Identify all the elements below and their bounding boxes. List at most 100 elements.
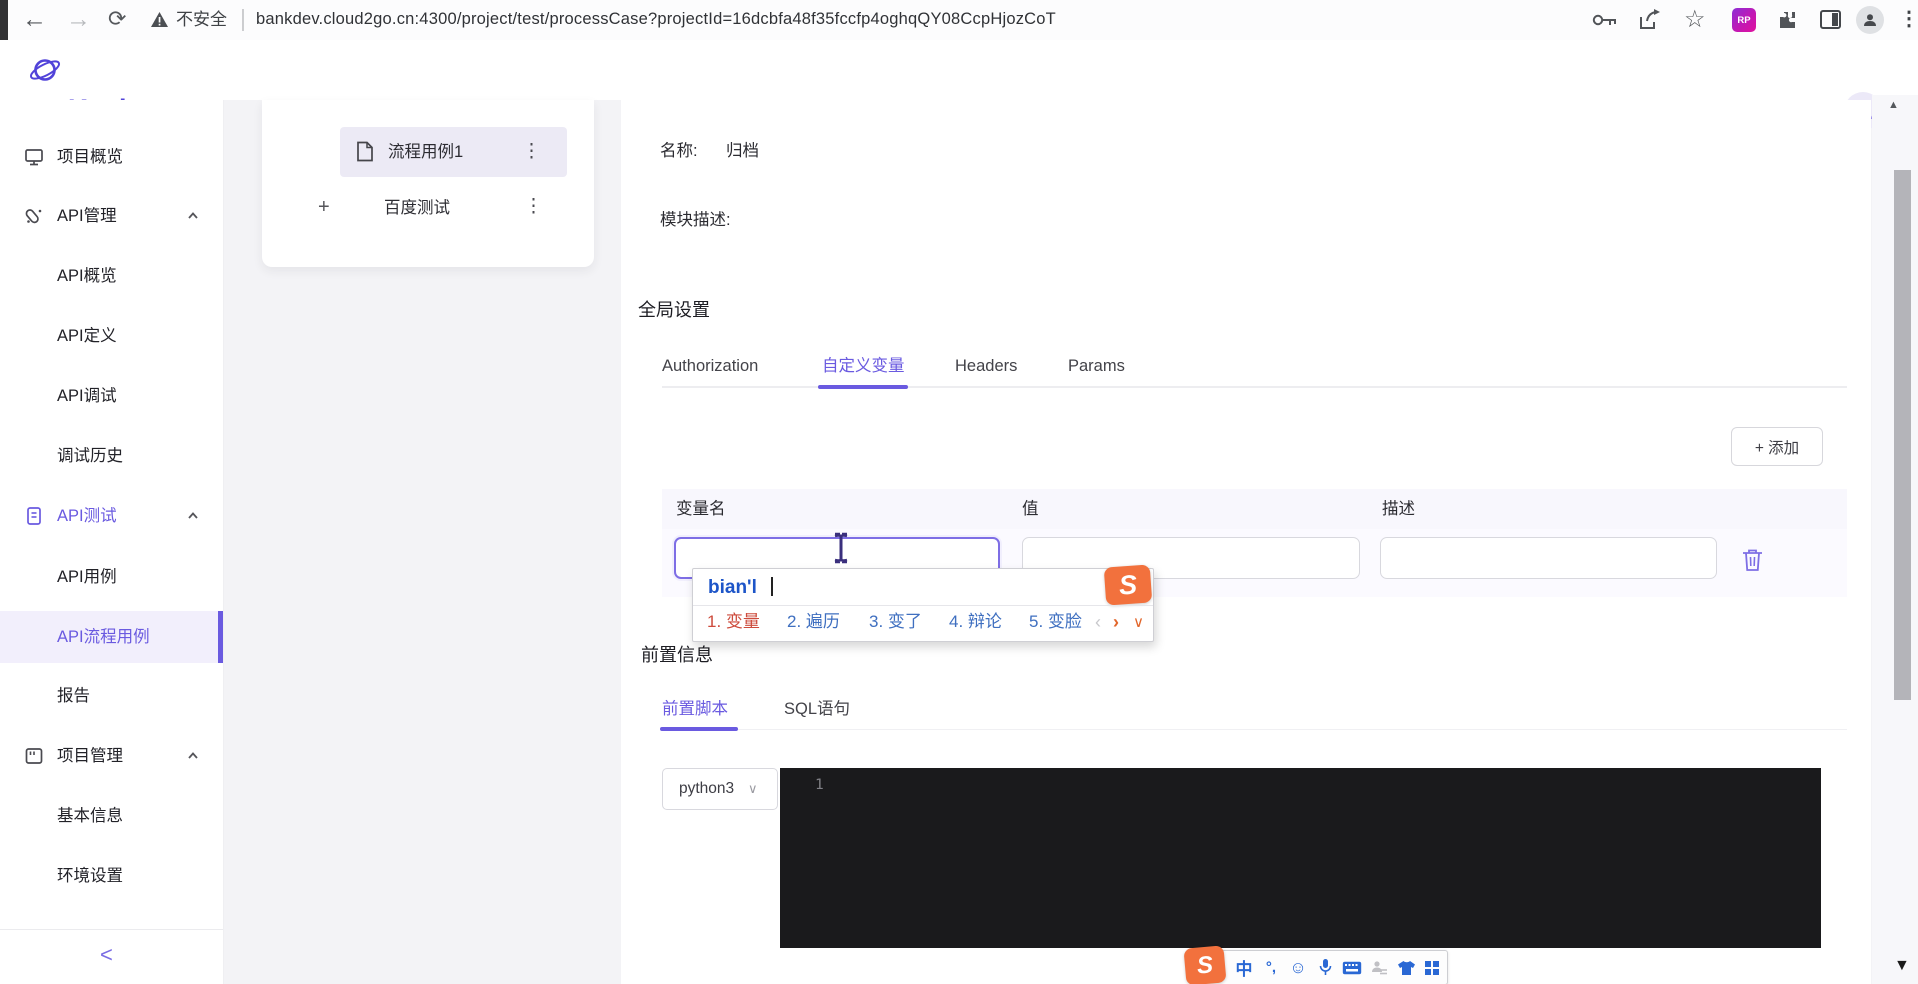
add-variable-button[interactable]: + 添加 [1731, 427, 1823, 466]
browser-menu-icon[interactable]: ⋮ [1899, 9, 1918, 29]
sidebar-item-label: 调试历史 [57, 447, 123, 465]
browser-profile-icon[interactable] [1856, 6, 1884, 34]
forward-icon[interactable]: → [66, 7, 91, 32]
ibeam-cursor [834, 532, 848, 564]
tab-authorization[interactable]: Authorization [662, 358, 758, 375]
file-icon [357, 141, 373, 162]
pre-active-tab-underline [660, 727, 738, 731]
col-variable-name: 变量名 [676, 500, 726, 518]
chevron-down-icon: ∨ [748, 781, 758, 796]
ime-page-next-icon[interactable]: › [1113, 613, 1119, 631]
scroll-down-icon[interactable]: ▼ [1894, 958, 1910, 974]
ime-candidate-5[interactable]: 5. 变脸 [1029, 613, 1082, 630]
back-icon[interactable]: ← [22, 7, 47, 32]
sidebar-item-label: 环境设置 [57, 867, 123, 885]
monitor-icon [25, 149, 43, 166]
ime-page-prev-icon[interactable]: ‹ [1095, 613, 1101, 631]
sidebar-item-label: API定义 [57, 327, 117, 345]
sidebar-item-label: 项目概览 [57, 148, 123, 166]
selected-language: python3 [679, 780, 735, 797]
app-header: Kepler 帮助中心 ▼ jing [0, 40, 1918, 130]
ime-divider [693, 605, 1153, 606]
tab-headers[interactable]: Headers [955, 358, 1017, 375]
share-icon[interactable] [1638, 9, 1662, 31]
scroll-up-icon[interactable]: ▲ [1888, 100, 1899, 111]
api-icon [25, 209, 42, 224]
kebab-menu-icon[interactable]: ⋮ [522, 142, 541, 161]
sidebar-item-label: 报告 [57, 687, 90, 705]
ime-punctuation-icon[interactable]: °, [1258, 951, 1284, 984]
sidebar-item-report[interactable]: 报告 [0, 674, 223, 718]
security-label: 不安全 [176, 10, 227, 29]
ime-expand-icon[interactable]: ∨ [1133, 615, 1144, 630]
global-settings-title: 全局设置 [638, 300, 710, 320]
sidebar-item-env-settings[interactable]: 环境设置 [0, 854, 223, 898]
sidebar-item-api-test[interactable]: API测试 [0, 494, 223, 538]
page-scrollbar[interactable]: ▲ ▼ [1872, 95, 1918, 984]
sidebar-item-project-overview[interactable]: 项目概览 [0, 135, 223, 179]
kebab-menu-icon[interactable]: ⋮ [524, 197, 543, 216]
sidebar-item-basic-info[interactable]: 基本信息 [0, 794, 223, 838]
sidebar-collapse-button[interactable]: < [100, 944, 113, 966]
name-value: 归档 [726, 142, 759, 160]
chevron-up-icon [188, 512, 198, 519]
ime-candidate-1[interactable]: 1. 变量 [707, 613, 760, 630]
ime-candidate-3[interactable]: 3. 变了 [869, 613, 922, 630]
editor-line-number: 1 [815, 777, 824, 793]
ime-candidate-4[interactable]: 4. 辩论 [949, 613, 1002, 630]
sidebar-item-api-management[interactable]: API管理 [0, 194, 223, 238]
browser-extension-icon[interactable]: RP [1732, 8, 1756, 32]
refresh-icon[interactable]: ⟳ [108, 8, 126, 30]
pre-tab-bar-line [662, 729, 1847, 730]
tree-item-label: 百度测试 [384, 199, 450, 217]
ime-skin-icon[interactable] [1393, 951, 1419, 984]
sidebar-item-label: API用例 [57, 568, 117, 586]
sidebar-item-label: API流程用例 [57, 628, 150, 646]
warning-icon [151, 12, 168, 27]
ime-toolbar: S 中 °, ☺ [1183, 945, 1448, 984]
sidebar-item-api-debug[interactable]: API调试 [0, 374, 223, 418]
chevron-up-icon [188, 212, 198, 219]
address-bar-url[interactable]: bankdev.cloud2go.cn:4300/project/test/pr… [256, 11, 1056, 28]
key-icon[interactable] [1592, 13, 1618, 27]
bookmark-star-icon[interactable]: ☆ [1684, 8, 1706, 32]
sogou-logo-icon[interactable]: S [1183, 945, 1227, 984]
expand-plus-icon[interactable]: + [318, 197, 330, 217]
ime-emoji-icon[interactable]: ☺ [1285, 951, 1311, 984]
sidebar-item-project-management[interactable]: 项目管理 [0, 734, 223, 778]
variable-desc-input[interactable] [1380, 537, 1717, 579]
sidebar-nav: 项目概览 API管理 API概览 API定义 API调试 调试历史 API测试 [0, 100, 224, 984]
tab-pre-script[interactable]: 前置脚本 [662, 701, 728, 718]
tab-custom-variables[interactable]: 自定义变量 [822, 358, 905, 375]
tab-params[interactable]: Params [1068, 358, 1125, 375]
ime-keyboard-icon[interactable] [1339, 951, 1365, 984]
sidebar-item-api-definition[interactable]: API定义 [0, 314, 223, 358]
active-indicator [218, 611, 223, 663]
sogou-logo-icon: S [1103, 564, 1153, 606]
ime-candidate-2[interactable]: 2. 遍历 [787, 613, 840, 630]
ime-composition: bian'l [708, 577, 757, 598]
extensions-puzzle-icon[interactable] [1776, 9, 1798, 31]
sidebar-item-label: 项目管理 [57, 747, 123, 765]
code-editor[interactable]: 1 [780, 768, 1821, 948]
scrollbar-thumb[interactable] [1894, 170, 1911, 700]
sidebar-item-api-case[interactable]: API用例 [0, 555, 223, 599]
tab-sql[interactable]: SQL语句 [784, 701, 850, 718]
sidebar-divider [0, 929, 223, 930]
tree-item-baidu-test[interactable]: + 百度测试 ⋮ [302, 184, 582, 230]
sidebar-item-debug-history[interactable]: 调试历史 [0, 434, 223, 478]
sidebar-item-api-process-case[interactable]: API流程用例 [0, 611, 223, 663]
ime-handwriting-icon-disabled[interactable] [1366, 951, 1392, 984]
col-description: 描述 [1382, 500, 1415, 518]
ime-toolbox-icon[interactable] [1419, 951, 1445, 984]
browser-toolbar: ← → ⟳ 不安全 | bankdev.cloud2go.cn:4300/pro… [0, 0, 1918, 41]
tree-item-label: 流程用例1 [388, 143, 464, 161]
ime-voice-icon[interactable] [1312, 951, 1338, 984]
trash-icon[interactable] [1742, 548, 1763, 572]
sidebar-item-api-overview[interactable]: API概览 [0, 254, 223, 298]
case-tree-panel: 流程用例1 ⋮ + 百度测试 ⋮ [262, 100, 594, 267]
side-panel-icon[interactable] [1820, 10, 1841, 29]
ime-mode-chinese[interactable]: 中 [1231, 951, 1257, 984]
script-language-select[interactable]: python3 ∨ [662, 768, 778, 810]
tree-item-process-case[interactable]: 流程用例1 ⋮ [340, 127, 567, 177]
